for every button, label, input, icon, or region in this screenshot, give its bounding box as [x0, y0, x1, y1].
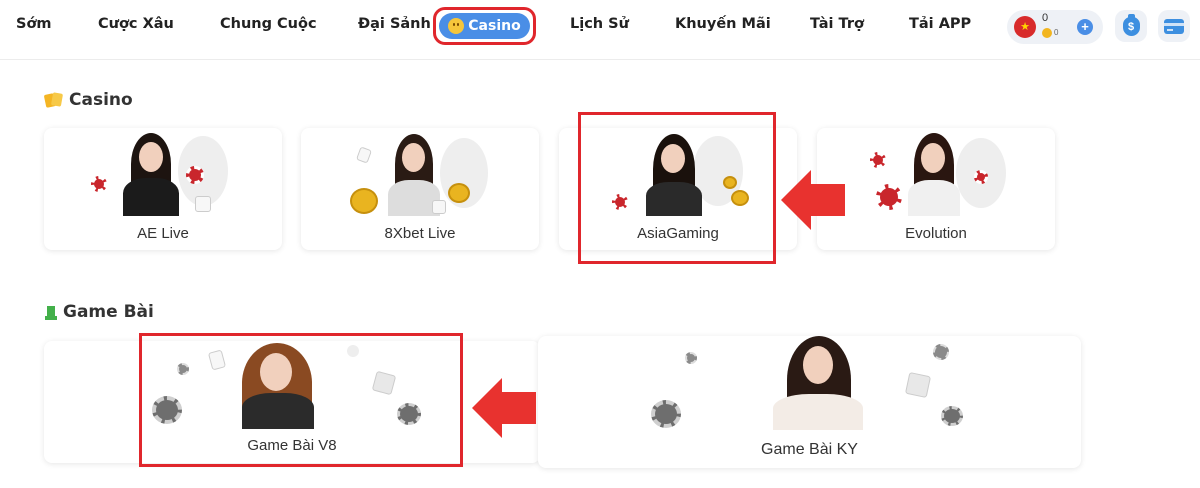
credit-card-icon: [1164, 18, 1184, 34]
nav-item-casino[interactable]: Casino: [433, 7, 536, 45]
rook-icon: [45, 304, 57, 320]
deposit-plus-icon[interactable]: +: [1077, 19, 1093, 35]
balance-widget[interactable]: ★ 0 0 +: [1007, 10, 1103, 44]
nav-item-tai-tro[interactable]: Tài Trợ: [810, 16, 864, 32]
red-arrow-left-icon: [472, 378, 536, 438]
game-card-game-bai-ky[interactable]: Game Bài KY: [538, 336, 1081, 468]
section-title-game-bai-label: Game Bài: [63, 302, 154, 322]
game-card-art: [340, 128, 500, 216]
cards-icon: [43, 92, 64, 108]
game-card-label: Game Bài V8: [247, 437, 337, 454]
game-card-asiagaming[interactable]: AsiaGaming: [559, 128, 797, 250]
smiley-icon: [448, 18, 465, 34]
game-card-8xbet-live[interactable]: 8Xbet Live: [301, 128, 539, 250]
game-card-art: [645, 336, 975, 430]
section-title-game-bai: Game Bài: [45, 302, 154, 322]
game-card-art: [142, 341, 442, 429]
coin-icon: [1042, 28, 1052, 38]
wallet-button[interactable]: $: [1115, 10, 1147, 42]
nav-item-casino-label: Casino: [468, 18, 521, 34]
nav-item-cuoc-xau[interactable]: Cược Xâu: [98, 16, 174, 32]
money-bag-icon: $: [1122, 13, 1140, 36]
section-title-casino-label: Casino: [69, 90, 133, 110]
game-card-ae-live[interactable]: AE Live: [44, 128, 282, 250]
game-card-label: 8Xbet Live: [384, 225, 456, 242]
nav-item-lich-su[interactable]: Lịch Sử: [570, 16, 629, 32]
game-card-art: [856, 128, 1016, 216]
game-card-label: AsiaGaming: [637, 225, 719, 242]
coin-balance-value: 0: [1054, 28, 1059, 37]
game-card-label: Evolution: [905, 225, 967, 242]
section-title-casino: Casino: [43, 90, 133, 110]
top-nav: Sớm Cược Xâu Chung Cuộc Đại Sảnh Casino …: [0, 0, 1200, 60]
red-arrow-left-icon: [781, 170, 845, 230]
game-card-label: Game Bài KY: [761, 441, 858, 458]
game-card-art: [83, 128, 243, 216]
balance-value: 0: [1042, 12, 1049, 24]
casino-pill[interactable]: Casino: [439, 13, 530, 39]
nav-item-som[interactable]: Sớm: [16, 16, 52, 32]
game-card-art: [598, 128, 758, 216]
card-button[interactable]: [1158, 10, 1190, 42]
nav-item-tai-app[interactable]: Tải APP: [909, 16, 971, 32]
nav-item-khuyen-mai[interactable]: Khuyến Mãi: [675, 16, 771, 32]
nav-item-chung-cuoc[interactable]: Chung Cuộc: [220, 16, 317, 32]
game-card-game-bai-v8[interactable]: Game Bài V8: [44, 341, 540, 463]
game-card-label: AE Live: [137, 225, 189, 242]
nav-item-dai-sanh[interactable]: Đại Sảnh: [358, 16, 431, 32]
game-card-evolution[interactable]: Evolution: [817, 128, 1055, 250]
vietnam-flag-icon: ★: [1014, 16, 1036, 38]
